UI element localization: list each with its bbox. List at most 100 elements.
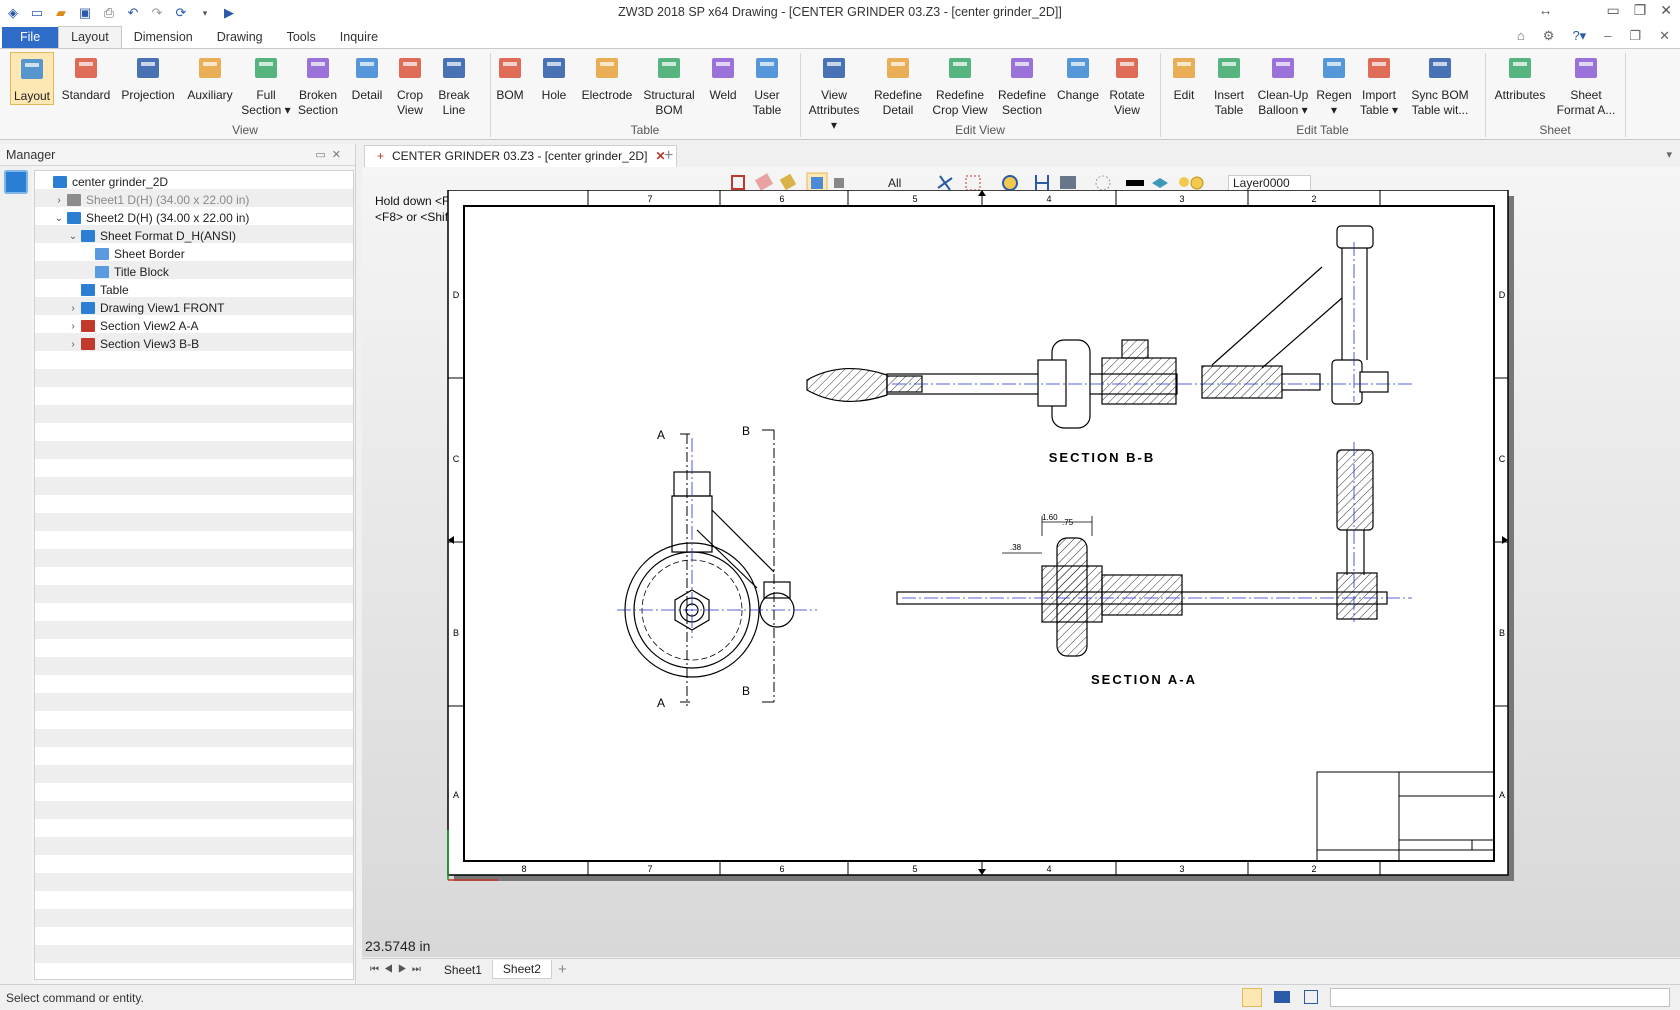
ribbon-sync-bom-button[interactable]: Sync BOM Table wit... xyxy=(1408,52,1472,118)
open-file-icon[interactable]: ▰ xyxy=(52,4,70,22)
tree-node[interactable]: Table xyxy=(67,281,129,299)
shade-icon[interactable] xyxy=(1060,176,1076,189)
ribbon-bom-button[interactable]: BOM xyxy=(490,52,530,103)
undo-icon[interactable]: ↶ xyxy=(124,4,142,22)
sheet-tab-2[interactable]: Sheet2 xyxy=(491,960,552,979)
document-tab[interactable]: + CENTER GRINDER 03.Z3 - [center grinder… xyxy=(364,145,677,167)
tab-inquire[interactable]: Inquire xyxy=(328,27,390,48)
restore-icon[interactable]: ❐ xyxy=(1634,2,1647,19)
new-tab-icon[interactable]: + xyxy=(664,147,673,165)
ribbon-detail-button[interactable]: Detail xyxy=(347,52,387,103)
tree-node[interactable]: › Drawing View1 FRONT xyxy=(67,299,224,317)
tree-node[interactable]: Title Block xyxy=(81,263,169,281)
play-icon[interactable]: ▶ xyxy=(220,4,238,22)
ribbon-clean-up-button[interactable]: Clean-Up Balloon ▾ xyxy=(1254,52,1312,118)
dimension-icon[interactable] xyxy=(1035,175,1049,191)
ribbon-sheet-button[interactable]: Sheet Format A... xyxy=(1555,52,1617,118)
ribbon-redefine-button[interactable]: Redefine Crop View xyxy=(929,52,991,118)
eraser-icon[interactable] xyxy=(754,173,774,191)
save-icon[interactable]: ▣ xyxy=(76,4,94,22)
tab-menu-icon[interactable]: ▾ xyxy=(1666,148,1672,161)
add-sheet-icon[interactable]: + xyxy=(552,961,567,978)
tree-node[interactable]: ⌄ Sheet2 D(H) (34.00 x 22.00 in) xyxy=(53,209,250,227)
tree-node[interactable]: ⌄ Sheet Format D_H(ANSI) xyxy=(67,227,236,245)
expand-toggle-icon[interactable]: › xyxy=(67,303,79,314)
filter-icon[interactable] xyxy=(834,178,844,188)
ribbon-structural-button[interactable]: Structural BOM xyxy=(641,52,697,118)
filter-select[interactable]: All xyxy=(888,176,901,190)
doc-close-icon[interactable]: ✕ xyxy=(1659,28,1670,44)
expand-toggle-icon[interactable]: ⌄ xyxy=(67,231,79,242)
grid-icon[interactable] xyxy=(965,175,981,191)
ribbon-redefine-button[interactable]: Redefine Section xyxy=(993,52,1051,118)
ribbon-layout-button[interactable]: Layout xyxy=(10,52,54,105)
expand-toggle-icon[interactable]: › xyxy=(53,195,65,206)
manager-controls[interactable]: ▭✕ xyxy=(315,148,347,161)
tab-tools[interactable]: Tools xyxy=(275,27,328,48)
ribbon-user-button[interactable]: User Table xyxy=(747,52,787,118)
ribbon-projection-button[interactable]: Projection xyxy=(118,52,178,103)
line-color-icon[interactable] xyxy=(1126,180,1144,186)
collapse-ribbon-icon[interactable]: ⌂ xyxy=(1517,28,1525,44)
redo-icon[interactable]: ↷ xyxy=(148,4,166,22)
tab-dimension[interactable]: Dimension xyxy=(122,27,205,48)
ribbon-attributes-button[interactable]: Attributes xyxy=(1491,52,1549,103)
layer-select[interactable]: Layer0000 xyxy=(1228,175,1311,191)
ribbon-view-button[interactable]: View Attributes ▾ xyxy=(804,52,864,133)
tree-node[interactable]: › Section View3 B-B xyxy=(67,335,199,353)
layer-tool-icon[interactable] xyxy=(1152,178,1168,188)
tree-node[interactable]: Sheet Border xyxy=(81,245,185,263)
doc-restore-icon[interactable]: ❐ xyxy=(1629,28,1641,44)
ribbon-rotate-button[interactable]: Rotate View xyxy=(1105,52,1149,118)
ribbon-change-button[interactable]: Change xyxy=(1054,52,1102,103)
brush-icon[interactable] xyxy=(779,173,797,191)
app-logo-icon[interactable]: ◈ xyxy=(4,4,22,22)
ribbon-full-button[interactable]: Full Section ▾ xyxy=(239,52,293,118)
expand-toggle-icon[interactable]: › xyxy=(67,339,79,350)
ribbon-insert-button[interactable]: Insert Table xyxy=(1205,52,1253,118)
drawing-sheet[interactable]: 7 6 5 4 3 2 8 7 6 5 4 3 2 D C B A D C B … xyxy=(362,190,1680,960)
assembly-icon[interactable] xyxy=(4,170,28,194)
ribbon-edit-button[interactable]: Edit xyxy=(1164,52,1204,103)
close-window-icon[interactable]: ✕ xyxy=(1660,2,1672,19)
expand-toggle-icon[interactable]: ⌄ xyxy=(53,213,65,224)
display-icon[interactable] xyxy=(1002,175,1018,191)
expand-toggle-icon[interactable]: › xyxy=(67,321,79,332)
tab-file[interactable]: File xyxy=(2,27,59,48)
print-icon[interactable]: ⎙ xyxy=(100,4,118,22)
resize-icon[interactable]: ↔ xyxy=(1538,2,1552,19)
exit-icon[interactable] xyxy=(731,175,745,190)
ribbon-crop-button[interactable]: Crop View xyxy=(390,52,430,118)
sheet-tab-1[interactable]: Sheet1 xyxy=(434,961,492,979)
minimize-icon[interactable]: ▭ xyxy=(1606,2,1619,19)
layout-mode-icon[interactable] xyxy=(1242,988,1262,1007)
doc-minimize-icon[interactable]: – xyxy=(1604,28,1611,44)
new-file-icon[interactable]: ▭ xyxy=(28,4,46,22)
ribbon-regen-button[interactable]: Regen ▾ xyxy=(1316,52,1352,118)
tree-node[interactable]: center grinder_2D xyxy=(39,173,168,191)
ribbon-auxiliary-button[interactable]: Auxiliary xyxy=(182,52,238,103)
tree-node[interactable]: › Section View2 A-A xyxy=(67,317,198,335)
list-view-icon[interactable] xyxy=(1304,990,1318,1004)
ribbon-broken-button[interactable]: Broken Section xyxy=(293,52,343,118)
sheet-nav-arrows-icon[interactable]: ⏮◀▶⏭ xyxy=(362,964,434,975)
help-icon[interactable]: ?▾ xyxy=(1572,28,1586,44)
command-input[interactable] xyxy=(1330,988,1670,1007)
ribbon-import-button[interactable]: Import Table ▾ xyxy=(1355,52,1403,118)
lightbulb-icon[interactable] xyxy=(1179,177,1189,187)
refresh-icon[interactable]: ⟳ xyxy=(172,4,190,22)
snap-icon[interactable] xyxy=(937,175,953,191)
ribbon-standard-button[interactable]: Standard xyxy=(60,52,112,103)
ribbon-electrode-button[interactable]: Electrode xyxy=(578,52,636,103)
hidden-line-icon[interactable] xyxy=(1095,175,1111,191)
dropdown-icon[interactable]: ▾ xyxy=(196,4,214,22)
tab-drawing[interactable]: Drawing xyxy=(205,27,275,48)
ribbon-redefine-button[interactable]: Redefine Detail xyxy=(870,52,926,118)
monitor-icon[interactable] xyxy=(1274,991,1290,1003)
settings-gear-icon[interactable]: ⚙ xyxy=(1543,28,1555,44)
tab-layout[interactable]: Layout xyxy=(58,26,122,48)
ribbon-hole-button[interactable]: Hole xyxy=(534,52,574,103)
tree-node[interactable]: › Sheet1 D(H) (34.00 x 22.00 in) xyxy=(53,191,249,209)
ribbon-weld-button[interactable]: Weld xyxy=(705,52,741,103)
ribbon-break-button[interactable]: Break Line xyxy=(434,52,474,118)
